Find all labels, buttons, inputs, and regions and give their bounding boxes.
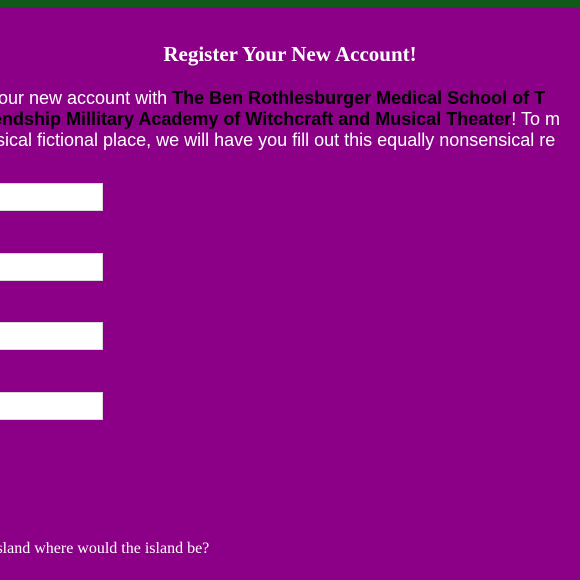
registration-field-2[interactable] <box>0 253 103 281</box>
intro-text: ! To m <box>511 109 560 129</box>
school-name-highlight: The Ben Rothlesburger Medical School of … <box>172 88 546 108</box>
registration-field-1[interactable] <box>0 183 103 211</box>
school-name-highlight: endship Millitary Academy of Witchcraft … <box>0 109 512 129</box>
top-accent-bar <box>0 0 580 7</box>
intro-line-1: your new account with The Ben Rothlesbur… <box>0 87 545 109</box>
intro-text: sical fictional place, we will have you … <box>0 130 556 150</box>
intro-text: your new account with <box>0 88 173 108</box>
intro-line-2: endship Millitary Academy of Witchcraft … <box>0 108 560 130</box>
island-question-label: island where would the island be? <box>0 540 210 557</box>
registration-field-4[interactable] <box>0 392 103 420</box>
registration-field-3[interactable] <box>0 322 103 350</box>
page-title: Register Your New Account! <box>163 42 417 66</box>
intro-line-3: sical fictional place, we will have you … <box>0 129 555 151</box>
